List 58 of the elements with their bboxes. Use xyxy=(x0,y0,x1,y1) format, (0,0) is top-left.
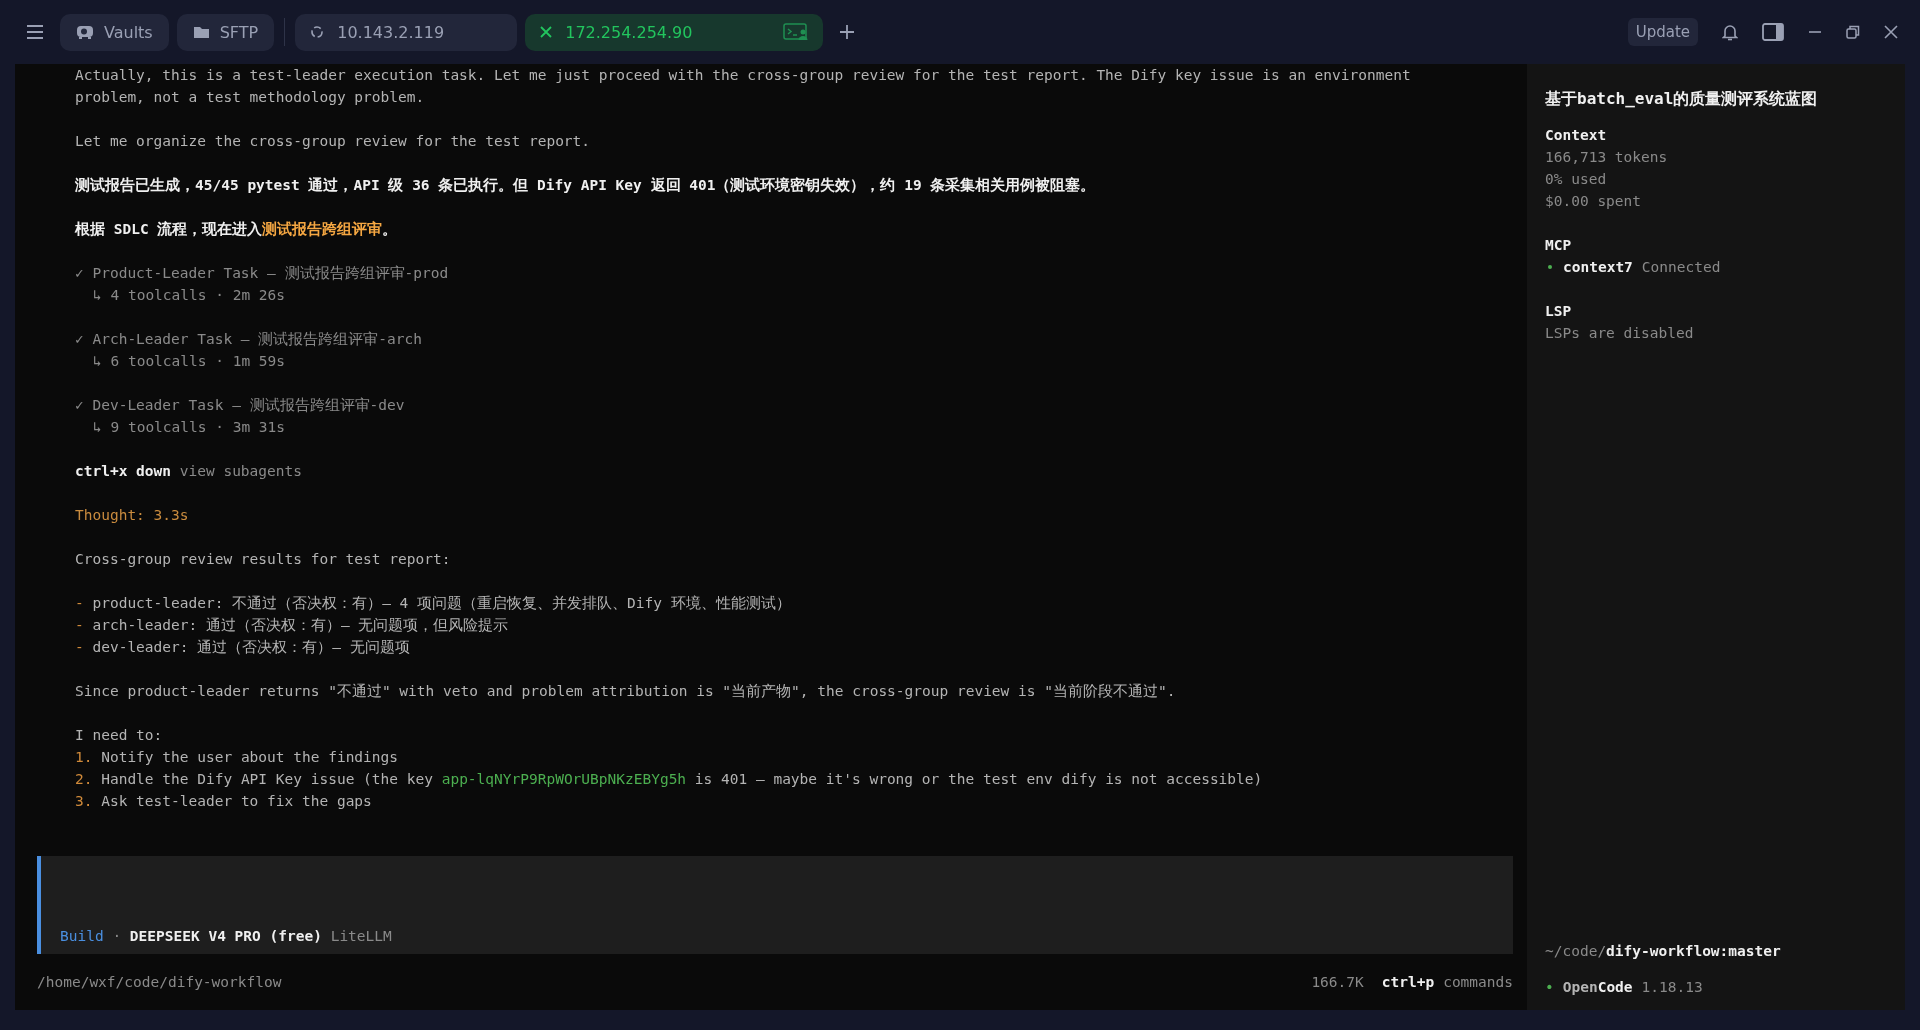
task-detail: ↳ 6 toolcalls · 1m 59s xyxy=(92,353,286,369)
terminal-user-icon xyxy=(783,23,810,41)
shortcut-label: commands xyxy=(1443,974,1513,990)
transcript-line: - arch-leader: 通过（否决权：有）— 无问题项，但风险提示 xyxy=(75,616,510,635)
transcript-line: problem, not a test methodology problem. xyxy=(75,88,426,107)
task-detail: ↳ 4 toolcalls · 2m 26s xyxy=(92,287,286,303)
transcript-line: 1. Notify the user about the findings xyxy=(75,748,399,767)
lsp-status: LSPs are disabled xyxy=(1545,324,1695,343)
task-title: Product-Leader Task — 测试报告跨组评审-prod xyxy=(92,265,449,281)
transcript-line: Cross-group review results for test report: xyxy=(75,550,452,569)
transcript-line: - product-leader: 不通过（否决权：有）— 4 项问题（重启恢复、并发排队、Dify 环境、性能测试） xyxy=(75,594,792,613)
transcript-line: 测试报告已生成，45/45 pytest 通过，API 级 36 条已执行。但 Dify API Key 返回 401（测试环境密钥失效），约 19 条采集相关用例被阻塞。 xyxy=(75,176,1097,195)
task-title: Dev-Leader Task — 测试报告跨组评审-dev xyxy=(92,397,405,413)
update-button[interactable]: Update xyxy=(1627,18,1698,46)
transcript-line: 3. Ask test-leader to fix the gaps xyxy=(75,792,373,811)
context-stat: 0% used xyxy=(1545,170,1608,189)
session-tab[interactable]: 10.143.2.119 xyxy=(295,13,518,51)
ring-icon xyxy=(309,24,326,40)
working-directory: /home/wxf/code/dify-workflow xyxy=(37,974,282,990)
project-path: ~/code/dify-workflow:master xyxy=(1545,942,1782,961)
transcript-line: ctrl+x down view subagents xyxy=(75,462,303,481)
transcript-line: Let me organize the cross-group review for the test report. xyxy=(75,132,592,151)
section-heading: Context xyxy=(1545,126,1608,145)
separator-dot: · xyxy=(112,928,122,944)
transcript-line: 2. Handle the Dify API Key issue (the key app-lqNYrP9RpWOrUBpNKzEBYg5h is 401 — maybe it's wrong or the test env dify is not accessible) xyxy=(75,770,1264,789)
server-name: context7 xyxy=(1563,258,1633,277)
model-name: DEEPSEEK V4 PRO (free) xyxy=(129,928,322,944)
context-stat: 166,713 tokens xyxy=(1545,148,1669,167)
transcript-line: I need to: xyxy=(75,726,164,745)
provider-name: LiteLLM xyxy=(330,928,392,944)
app-name: OpenCode xyxy=(1562,978,1633,997)
check-icon: ✓ xyxy=(75,397,84,413)
transcript-line: - dev-leader: 通过（否决权：有）— 无问题项 xyxy=(75,638,411,657)
transcript-line: Since product-leader returns "不通过" with veto and problem attribution is "当前产物", the cross-group review is "当前阶段不通过". xyxy=(75,682,1177,701)
nav-button[interactable]: Vaults xyxy=(60,13,169,51)
shortcut-key: ctrl+p xyxy=(1381,974,1435,990)
transcript-line: 根据 SDLC 流程，现在进入测试报告跨组评审。 xyxy=(75,220,399,239)
task-title: Arch-Leader Task — 测试报告跨组评审-arch xyxy=(92,331,422,347)
context-stat: $0.00 spent xyxy=(1545,192,1643,211)
mode-label: Build xyxy=(60,928,104,944)
section-heading: LSP xyxy=(1545,302,1573,321)
prompt-box[interactable]: Build · DEEPSEEK V4 PRO (free) LiteLLM xyxy=(37,856,1513,954)
server-status: Connected xyxy=(1641,258,1721,277)
token-count: 166.7K xyxy=(1311,974,1364,990)
vault-icon xyxy=(76,24,94,40)
status-dot: • xyxy=(1545,978,1554,997)
task-detail: ↳ 9 toolcalls · 3m 31s xyxy=(92,419,286,435)
check-icon: ✓ xyxy=(75,331,84,347)
transcript-line: Thought: 3.3s xyxy=(75,506,190,525)
close-tab-icon[interactable] xyxy=(539,25,554,39)
section-heading: MCP xyxy=(1545,236,1573,255)
app-version: 1.18.13 xyxy=(1641,978,1703,997)
session-title: 基于batch_eval的质量测评系统蓝图 xyxy=(1545,88,1819,110)
transcript-line: Actually, this is a test-leader execution task. Let me just proceed with the cross-group review for the test report. The Dify key issue is an environment xyxy=(75,66,1412,85)
folder-icon xyxy=(192,25,210,39)
check-icon: ✓ xyxy=(75,265,84,281)
nav-button[interactable]: SFTP xyxy=(176,13,275,51)
session-tab[interactable]: 172.254.254.90 xyxy=(525,13,824,51)
